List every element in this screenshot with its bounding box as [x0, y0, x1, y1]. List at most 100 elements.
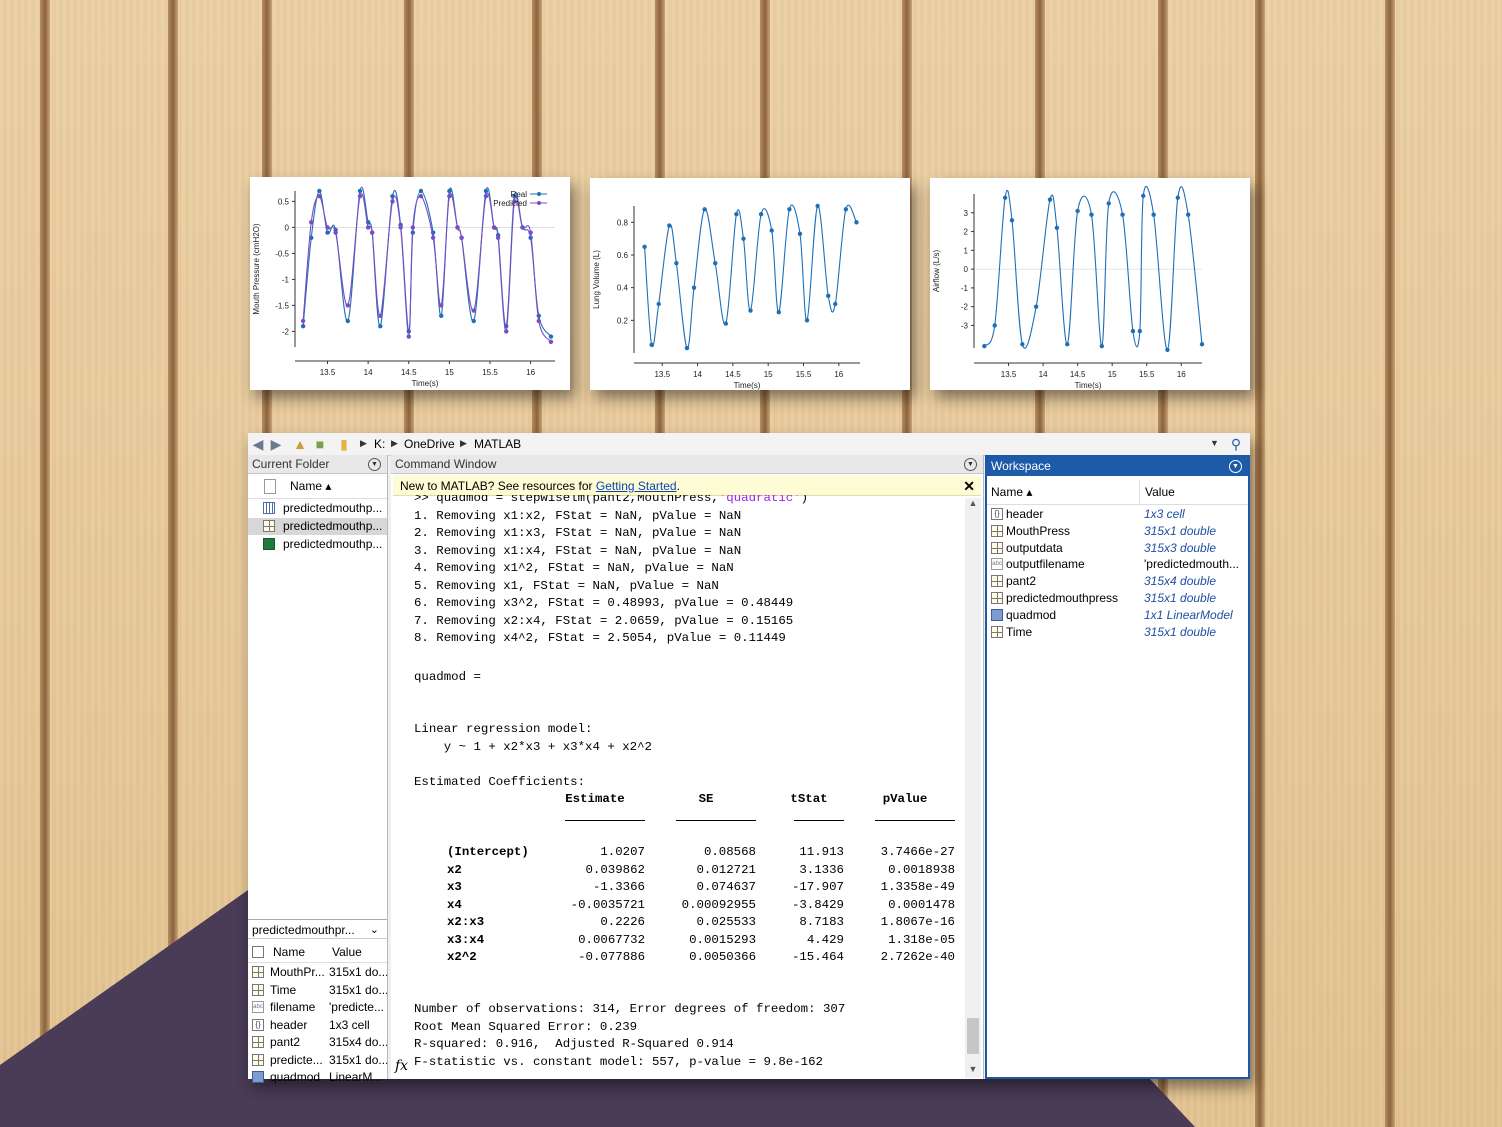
search-icon[interactable]: ⚲: [1228, 436, 1244, 452]
details-name-column[interactable]: Name: [273, 942, 329, 962]
data-point: [642, 244, 647, 250]
workspace-variable-row[interactable]: outputdata 315x3 double: [987, 540, 1248, 557]
coef-value: 0.039862: [585, 862, 646, 877]
data-point: [1047, 197, 1053, 202]
details-row[interactable]: quadmod LinearM...: [248, 1069, 387, 1086]
summary-line: F-statistic vs. constant model: 557, p-v…: [414, 1054, 823, 1069]
back-arrow-icon[interactable]: ◀: [250, 436, 266, 452]
browse-folder-icon[interactable]: ■: [312, 436, 328, 452]
y-tick-label: -1: [961, 284, 969, 293]
current-folder-column-header[interactable]: Name ▴: [248, 474, 387, 499]
file-name: predictedmouthp...: [283, 501, 383, 515]
panel-menu-icon[interactable]: ▼: [368, 458, 381, 471]
details-row[interactable]: Time 315x1 do...: [248, 982, 387, 999]
matrix-icon: [252, 966, 264, 978]
y-tick-label: 0.4: [617, 284, 629, 293]
path-dropdown-icon[interactable]: ▼: [1210, 438, 1219, 448]
path-segment-onedrive[interactable]: OneDrive: [404, 437, 455, 451]
workspace-value-column[interactable]: Value: [1145, 480, 1175, 504]
data-point: [691, 285, 697, 290]
path-arrow-icon[interactable]: ▶: [460, 438, 467, 449]
command-window-scrollbar[interactable]: ▲ ▼: [965, 498, 981, 1078]
details-row[interactable]: pant2 315x4 do...: [248, 1034, 387, 1051]
command-output[interactable]: >> quadmod = stepwiselm(pant2,MouthPress…: [414, 495, 959, 1079]
close-banner-icon[interactable]: ✕: [963, 476, 975, 496]
path-arrow-icon[interactable]: ▶: [391, 438, 398, 449]
panel-menu-icon[interactable]: ▼: [964, 458, 977, 471]
details-row[interactable]: abc filename 'predicte...: [248, 999, 387, 1016]
data-point: [758, 211, 764, 217]
data-point: [410, 225, 416, 230]
data-point: [548, 339, 554, 344]
data-point: [1137, 328, 1143, 334]
workspace-name-column[interactable]: Name ▴: [991, 480, 1032, 504]
getting-started-link[interactable]: Getting Started: [596, 479, 677, 493]
workspace-variable-row[interactable]: {} header 1x3 cell: [987, 506, 1248, 523]
workspace-variable-row[interactable]: predictedmouthpress 315x1 double: [987, 590, 1248, 607]
y-axis-label: Lung Volume (L): [592, 250, 601, 309]
removal-step: 1. Removing x1:x2, FStat = NaN, pValue =…: [414, 508, 742, 523]
workspace-variable-row[interactable]: abc outputfilename 'predictedmouth...: [987, 556, 1248, 573]
path-segment-drive[interactable]: K:: [374, 437, 385, 451]
scroll-down-icon[interactable]: ▼: [965, 1064, 981, 1078]
details-row[interactable]: {} header 1x3 cell: [248, 1017, 387, 1034]
panel-menu-icon[interactable]: ▼: [1229, 460, 1242, 473]
up-folder-icon[interactable]: ▲: [292, 436, 308, 452]
details-file-selector[interactable]: predictedmouthpr... ⌄: [248, 919, 387, 939]
workspace-variable-row[interactable]: pant2 315x4 double: [987, 573, 1248, 590]
matrix-icon: [991, 524, 1003, 537]
coef-value: -3.8429: [791, 897, 844, 912]
x-tick-label: 14: [364, 368, 373, 377]
x-tick-label: 14: [1039, 370, 1048, 379]
forward-arrow-icon[interactable]: ▶: [268, 436, 284, 452]
workspace-var-value: 1x1 LinearModel: [1144, 607, 1233, 622]
file-list-item[interactable]: predictedmouthp...: [248, 500, 387, 517]
object-icon: [991, 608, 1003, 621]
workspace-panel: Workspace ▼ Name ▴ Value {} header 1x3 cel…: [985, 455, 1250, 1079]
workspace-var-value: 'predictedmouth...: [1144, 557, 1240, 572]
coef-value: 3.1336: [799, 862, 844, 877]
summary-line: Root Mean Squared Error: 0.239: [414, 1019, 638, 1034]
data-point: [667, 223, 672, 228]
workspace-var-name: header: [1006, 507, 1044, 521]
command-window-panel: Command Window ▼ New to MATLAB? See reso…: [391, 455, 984, 1079]
workspace-var-value: 315x3 double: [1144, 540, 1217, 555]
workspace-variable-row[interactable]: Time 315x1 double: [987, 624, 1248, 641]
removal-step: 7. Removing x2:x4, FStat = 2.0659, pValu…: [414, 613, 794, 628]
workspace-variable-row[interactable]: quadmod 1x1 LinearModel: [987, 607, 1248, 624]
details-row[interactable]: MouthPr... 315x1 do...: [248, 964, 387, 981]
file-list-item[interactable]: predictedmouthp...: [248, 518, 387, 535]
data-point: [1033, 304, 1039, 309]
workspace-var-name: Time: [1006, 624, 1033, 639]
details-var-value: 315x1 do...: [329, 982, 387, 997]
data-point: [776, 309, 781, 315]
chevron-down-icon[interactable]: ⌄: [370, 920, 379, 940]
legend-marker: [537, 192, 541, 196]
scroll-thumb[interactable]: [967, 1018, 979, 1054]
path-root-arrow-icon[interactable]: ▶: [360, 438, 367, 449]
legend-label: Real: [511, 190, 528, 199]
coef-value: 4.429: [806, 932, 844, 947]
data-point: [309, 220, 314, 225]
details-value-column[interactable]: Value: [332, 942, 387, 962]
data-point: [787, 207, 792, 212]
workspace-variable-row[interactable]: MouthPress 315x1 double: [987, 523, 1248, 540]
column-divider: [1139, 480, 1140, 504]
summary-line: R-squared: 0.916, Adjusted R-Squared 0.9…: [414, 1037, 734, 1051]
x-tick-label: 14.5: [1070, 370, 1086, 379]
coef-value: 0.0067732: [578, 932, 645, 947]
data-point: [548, 334, 554, 339]
name-column-label[interactable]: Name ▴: [290, 479, 331, 493]
scroll-up-icon[interactable]: ▲: [965, 498, 981, 512]
removal-step: 5. Removing x1, FStat = NaN, pValue = Na…: [414, 578, 719, 593]
lung-volume-chart: 13.5 14 14.5 15 15.5 16 0.8 0.6 0.4 0.2 Time(s) Lun…: [590, 178, 910, 390]
data-point: [439, 303, 444, 308]
fx-prompt-icon[interactable]: fx: [395, 1058, 408, 1074]
data-point: [748, 308, 753, 313]
column-underline: [565, 820, 645, 821]
details-row[interactable]: predicte... 315x1 do...: [248, 1052, 387, 1069]
data-point: [769, 228, 774, 233]
data-point: [1075, 208, 1080, 214]
file-list-item[interactable]: predictedmouthp...: [248, 536, 387, 553]
path-segment-matlab[interactable]: MATLAB: [474, 437, 521, 451]
